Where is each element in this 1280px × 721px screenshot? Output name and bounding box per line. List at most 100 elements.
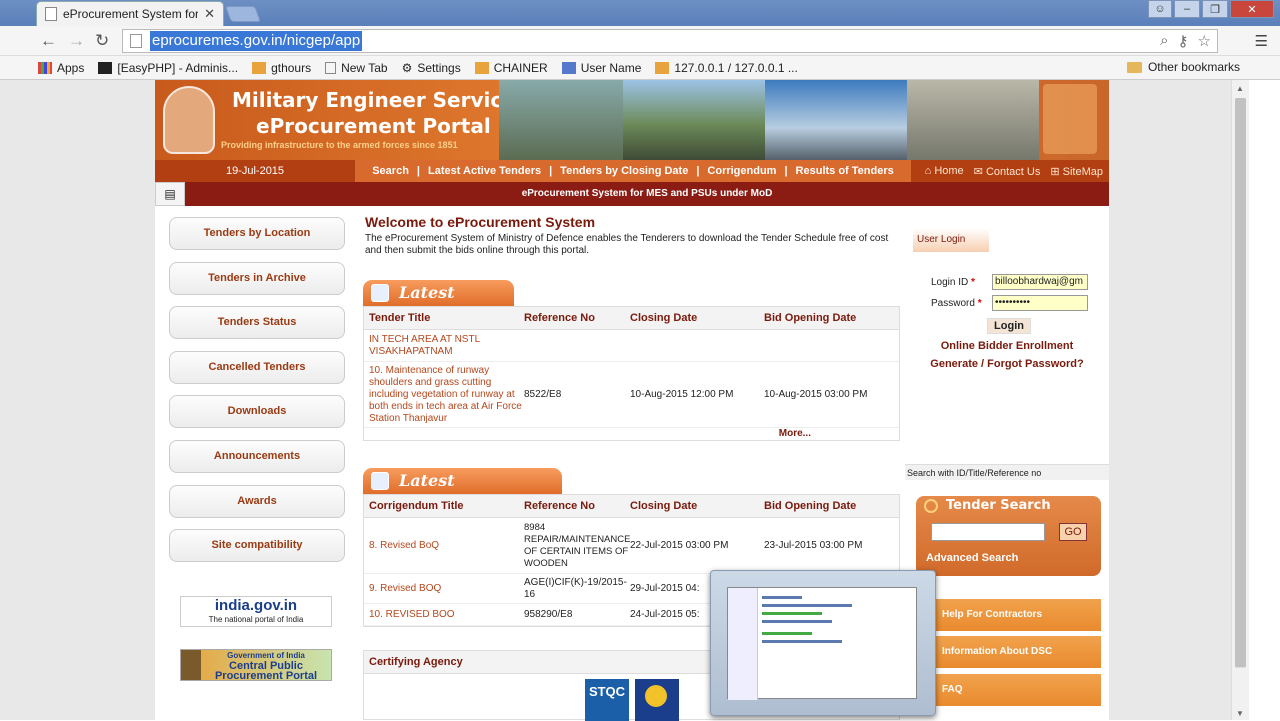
corrigendum-icon	[371, 472, 389, 490]
menu-awards[interactable]: Awards	[169, 485, 345, 518]
sub-bar: ▤ eProcurement System for MES and PSUs u…	[155, 182, 1109, 206]
url-text[interactable]: eprocuremes.gov.in/nicgep/app	[150, 31, 363, 51]
india-gov-logo[interactable]: india.gov.in The national portal of India	[180, 596, 332, 627]
nav-results-of-tenders[interactable]: Results of Tenders	[796, 165, 894, 177]
top-nav: 19-Jul-2015 Search | Latest Active Tender…	[155, 160, 1109, 182]
nav-tenders-by-closing-date[interactable]: Tenders by Closing Date	[560, 165, 688, 177]
information-about-dsc-link[interactable]: Information About DSC	[916, 636, 1101, 668]
table-row: IN TECH AREA AT NSTL VISAKHAPATNAM	[364, 330, 899, 362]
tender-link[interactable]: 10. Maintenance of runway shoulders and …	[364, 365, 524, 425]
menu-tenders-status[interactable]: Tenders Status	[169, 306, 345, 339]
cpp-portal-logo[interactable]: Government of India Central Public Procure…	[180, 649, 332, 682]
other-bookmarks[interactable]: Other bookmarks	[1126, 60, 1240, 74]
reload-icon[interactable]: ↻	[95, 31, 109, 51]
bookmark-user-name[interactable]: User Name	[561, 61, 641, 75]
bookmark-localhost[interactable]: 127.0.0.1 / 127.0.0.1 ...	[655, 61, 798, 75]
apps-icon	[38, 61, 52, 74]
help-for-contractors-link[interactable]: Help For Contractors	[916, 599, 1101, 631]
folder-icon	[1126, 61, 1142, 73]
password-input[interactable]: ••••••••••	[992, 295, 1088, 311]
advanced-search-link[interactable]: Advanced Search	[926, 552, 1018, 564]
sitemap-link[interactable]: ⊞ SiteMap	[1050, 165, 1103, 178]
welcome-title: Welcome to eProcurement System	[365, 214, 596, 230]
document-icon[interactable]: ▤	[155, 182, 185, 206]
page-icon	[130, 34, 142, 48]
system-strip: eProcurement System for MES and PSUs und…	[185, 182, 1109, 206]
pma-icon	[474, 61, 489, 74]
maximize-button[interactable]: ❐	[1202, 0, 1228, 18]
faq-link[interactable]: FAQ	[916, 674, 1101, 706]
back-icon[interactable]: ←	[40, 31, 57, 51]
table-header: Tender Title Reference No Closing Date Bid …	[364, 307, 899, 330]
bookmark-chainer[interactable]: CHAINER	[474, 61, 548, 75]
tender-search-input[interactable]	[931, 523, 1045, 541]
latest-tenders-heading: Latest Tenders	[363, 280, 514, 328]
login-id-input[interactable]: billoobhardwaj@gm	[992, 274, 1088, 290]
bookmark-apps[interactable]: Apps	[38, 61, 84, 75]
corrigendum-link[interactable]: 10. REVISED BOO	[364, 609, 524, 621]
tender-icon	[371, 284, 389, 302]
home-link[interactable]: ⌂ Home	[925, 165, 964, 177]
banner-photos	[499, 80, 1039, 160]
window-edge	[1249, 80, 1280, 720]
browser-toolbar: ← → ↻ eprocuremes.gov.in/nicgep/app ⌕ ⚷ …	[0, 26, 1280, 56]
browser-tab[interactable]: eProcurement System for ✕	[36, 1, 224, 26]
nicsi-logo[interactable]	[635, 679, 679, 721]
window-controls: ☺ – ❐ ✕	[1148, 0, 1274, 18]
tab-strip: eProcurement System for ✕ ☺ – ❐ ✕	[0, 0, 1280, 26]
tender-search-title: Tender Search	[946, 498, 1051, 513]
window-preview-thumbnail[interactable]	[710, 570, 936, 716]
corrigendum-link[interactable]: 9. Revised BOQ	[364, 583, 524, 595]
scroll-up-icon[interactable]: ▲	[1236, 84, 1244, 93]
address-bar[interactable]: eprocuremes.gov.in/nicgep/app ⌕ ⚷ ☆	[122, 29, 1218, 53]
welcome-text: The eProcurement System of Ministry of D…	[365, 233, 889, 256]
star-icon[interactable]: ☆	[1198, 32, 1211, 50]
menu-icon[interactable]: ☰	[1255, 32, 1268, 50]
user-icon[interactable]: ☺	[1148, 0, 1172, 18]
scroll-down-icon[interactable]: ▼	[1236, 709, 1244, 718]
search-icon	[924, 499, 938, 513]
menu-site-compatibility[interactable]: Site compatibility	[169, 529, 345, 562]
tender-link[interactable]: IN TECH AREA AT NSTL VISAKHAPATNAM	[364, 334, 524, 358]
login-button[interactable]: Login	[987, 318, 1031, 334]
nav-corrigendum[interactable]: Corrigendum	[707, 165, 776, 177]
menu-announcements[interactable]: Announcements	[169, 440, 345, 473]
bookmark-gthours[interactable]: gthours	[252, 61, 311, 75]
menu-tenders-by-location[interactable]: Tenders by Location	[169, 217, 345, 250]
go-button[interactable]: GO	[1059, 523, 1087, 541]
zoom-icon[interactable]: ⌕	[1160, 32, 1168, 50]
login-id-label: Login ID *	[931, 277, 975, 288]
bookmark-settings[interactable]: ⚙ Settings	[402, 61, 461, 75]
corrigendum-link[interactable]: 8. Revised BoQ	[364, 540, 524, 552]
forgot-password-link[interactable]: Generate / Forgot Password?	[905, 358, 1109, 370]
menu-cancelled-tenders[interactable]: Cancelled Tenders	[169, 351, 345, 384]
menu-downloads[interactable]: Downloads	[169, 395, 345, 428]
banner-title: Military Engineer Services	[232, 88, 528, 112]
pma-icon	[252, 61, 267, 74]
enrollment-link[interactable]: Online Bidder Enrollment	[905, 340, 1109, 352]
forward-icon[interactable]: →	[68, 31, 85, 51]
more-link[interactable]: More...	[364, 428, 899, 440]
scroll-thumb[interactable]	[1235, 98, 1246, 668]
latest-corrigendums-heading: Latest Corrigendums	[363, 468, 562, 516]
close-icon[interactable]: ✕	[204, 6, 215, 22]
bookmark-new-tab[interactable]: New Tab	[325, 61, 388, 75]
table-header: Corrigendum Title Reference No Closing Dat…	[364, 495, 899, 518]
bookmark-easyphp[interactable]: [EasyPHP] - Adminis...	[98, 61, 238, 75]
national-emblem-logo	[1043, 84, 1097, 154]
new-tab-button[interactable]	[225, 6, 261, 22]
table-row: 10. Maintenance of runway shoulders and …	[364, 362, 899, 428]
left-menu: Tenders by Location Tenders in Archive T…	[155, 206, 358, 720]
tender-search-box: Tender Search GO Advanced Search	[916, 496, 1101, 576]
tab-title: eProcurement System for	[63, 7, 199, 21]
nav-search[interactable]: Search	[372, 165, 409, 177]
stqc-logo[interactable]: STQC	[585, 679, 629, 721]
scrollbar[interactable]: ▲ ▼	[1231, 80, 1249, 720]
minimize-button[interactable]: –	[1174, 0, 1200, 18]
current-date: 19-Jul-2015	[155, 160, 355, 182]
menu-tenders-in-archive[interactable]: Tenders in Archive	[169, 262, 345, 295]
key-icon[interactable]: ⚷	[1178, 32, 1189, 50]
contact-link[interactable]: ✉ Contact Us	[974, 165, 1041, 178]
nav-latest-active-tenders[interactable]: Latest Active Tenders	[428, 165, 541, 177]
close-window-button[interactable]: ✕	[1230, 0, 1274, 18]
